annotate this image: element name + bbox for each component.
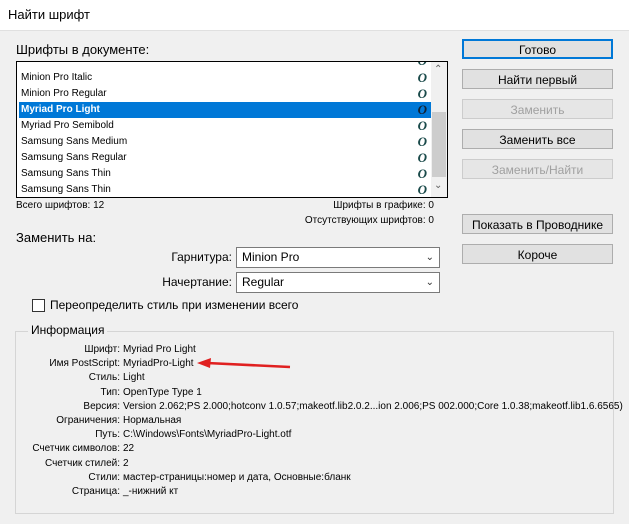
fonts-list[interactable]: O Minion Pro ItalicOMinion Pro RegularOM… <box>16 61 448 198</box>
font-list-item[interactable]: Samsung Sans Thin O <box>19 182 431 197</box>
info-value: 2 <box>123 457 129 469</box>
scroll-down-icon[interactable]: ⌄ <box>434 180 442 191</box>
style-select[interactable]: Regular ⌄ <box>236 272 440 293</box>
font-name: Minion Pro Italic <box>21 72 93 83</box>
font-list-item[interactable]: Myriad Pro Light O <box>19 102 431 118</box>
title-bar: Найти шрифт <box>0 0 629 31</box>
info-key: Стили: <box>88 471 120 483</box>
info-value: C:\Windows\Fonts\MyriadPro-Light.otf <box>123 429 292 441</box>
info-key: Стиль: <box>88 372 120 384</box>
override-checkbox[interactable] <box>32 299 45 312</box>
missing-fonts: Отсутствующих шрифтов: 0 <box>304 215 434 226</box>
fonts-in-graphics: Шрифты в графике: 0 <box>333 200 434 211</box>
style-value: Regular <box>242 275 285 289</box>
style-label: Начертание: <box>162 275 232 289</box>
opentype-font-icon: O <box>417 102 427 117</box>
font-name: Samsung Sans Thin <box>21 184 111 195</box>
info-key: Счетчик символов: <box>32 443 120 455</box>
info-label: Информация <box>28 323 108 337</box>
font-list-item[interactable]: Samsung Sans Thin O <box>19 166 431 182</box>
red-arrow-annotation <box>197 358 291 369</box>
font-list-item[interactable]: Samsung Sans Regular O <box>19 150 431 166</box>
replace-button[interactable]: Заменить <box>462 99 613 119</box>
font-list-item[interactable]: Minion Pro Italic O <box>19 70 431 86</box>
replace-find-button[interactable]: Заменить/Найти <box>462 159 613 179</box>
show-in-explorer-button[interactable]: Показать в Проводнике <box>462 214 613 234</box>
info-key: Путь: <box>95 429 120 441</box>
scrollbar[interactable]: ⌃ ⌄ <box>431 62 447 197</box>
font-name: Samsung Sans Medium <box>21 136 128 147</box>
scrollbar-thumb[interactable] <box>432 112 446 177</box>
shorter-button[interactable]: Короче <box>462 244 613 264</box>
info-value: MyriadPro-Light <box>123 358 194 370</box>
info-value: _-нижний кт <box>123 486 179 497</box>
replace-all-button[interactable]: Заменить все <box>462 129 613 149</box>
family-select[interactable]: Minion Pro ⌄ <box>236 247 440 268</box>
chevron-down-icon: ⌄ <box>425 252 434 263</box>
info-value: Version 2.062;PS 2.000;hotconv 1.0.57;ma… <box>123 400 623 412</box>
find-first-button[interactable]: Найти первый <box>462 69 613 89</box>
font-list-item[interactable]: Myriad Pro Semibold O <box>19 118 431 134</box>
info-key: Счетчик стилей: <box>44 457 120 469</box>
font-name: Minion Pro Regular <box>21 88 107 99</box>
opentype-font-icon: O <box>417 86 427 101</box>
done-button[interactable]: Готово <box>462 39 613 59</box>
font-list-item[interactable]: Samsung Sans Medium O <box>19 134 431 150</box>
font-name: Samsung Sans Thin <box>21 168 111 179</box>
partial-row[interactable]: O <box>19 62 431 69</box>
chevron-down-icon: ⌄ <box>425 277 434 288</box>
total-fonts: Всего шрифтов: 12 <box>16 200 105 211</box>
info-key: Шрифт: <box>84 344 120 355</box>
info-value: мастер-страницы:номер и дата, Основные:б… <box>123 471 351 483</box>
opentype-font-icon: O <box>417 70 427 85</box>
opentype-font-icon: O <box>417 166 427 181</box>
font-name: Myriad Pro Semibold <box>21 120 114 131</box>
info-value: Myriad Pro Light <box>123 344 196 355</box>
font-list-item[interactable]: Minion Pro Regular O <box>19 86 431 102</box>
info-key: Тип: <box>100 386 120 398</box>
replace-with-label: Заменить на: <box>16 230 97 245</box>
font-name: Samsung Sans Regular <box>21 152 127 163</box>
opentype-font-icon: O <box>417 118 427 133</box>
opentype-font-icon: O <box>418 62 427 69</box>
override-label[interactable]: Переопределить стиль при изменении всего <box>50 298 298 312</box>
info-key: Страница: <box>71 486 120 497</box>
scroll-up-icon[interactable]: ⌃ <box>434 64 442 75</box>
family-label: Гарнитура: <box>171 250 232 264</box>
info-value: Нормальная <box>123 415 182 426</box>
info-key: Версия: <box>83 400 120 412</box>
info-key: Ограничения: <box>56 415 120 426</box>
info-value: 22 <box>123 443 135 455</box>
info-key: Имя PostScript: <box>49 358 120 370</box>
opentype-font-icon: O <box>417 150 427 165</box>
window-title: Найти шрифт <box>8 7 90 22</box>
family-value: Minion Pro <box>242 250 300 264</box>
fonts-list-label: Шрифты в документе: <box>16 42 150 57</box>
opentype-font-icon: O <box>417 182 427 197</box>
info-value: Light <box>123 372 145 384</box>
info-value: OpenType Type 1 <box>123 386 202 398</box>
font-name: Myriad Pro Light <box>21 104 100 115</box>
opentype-font-icon: O <box>417 134 427 149</box>
